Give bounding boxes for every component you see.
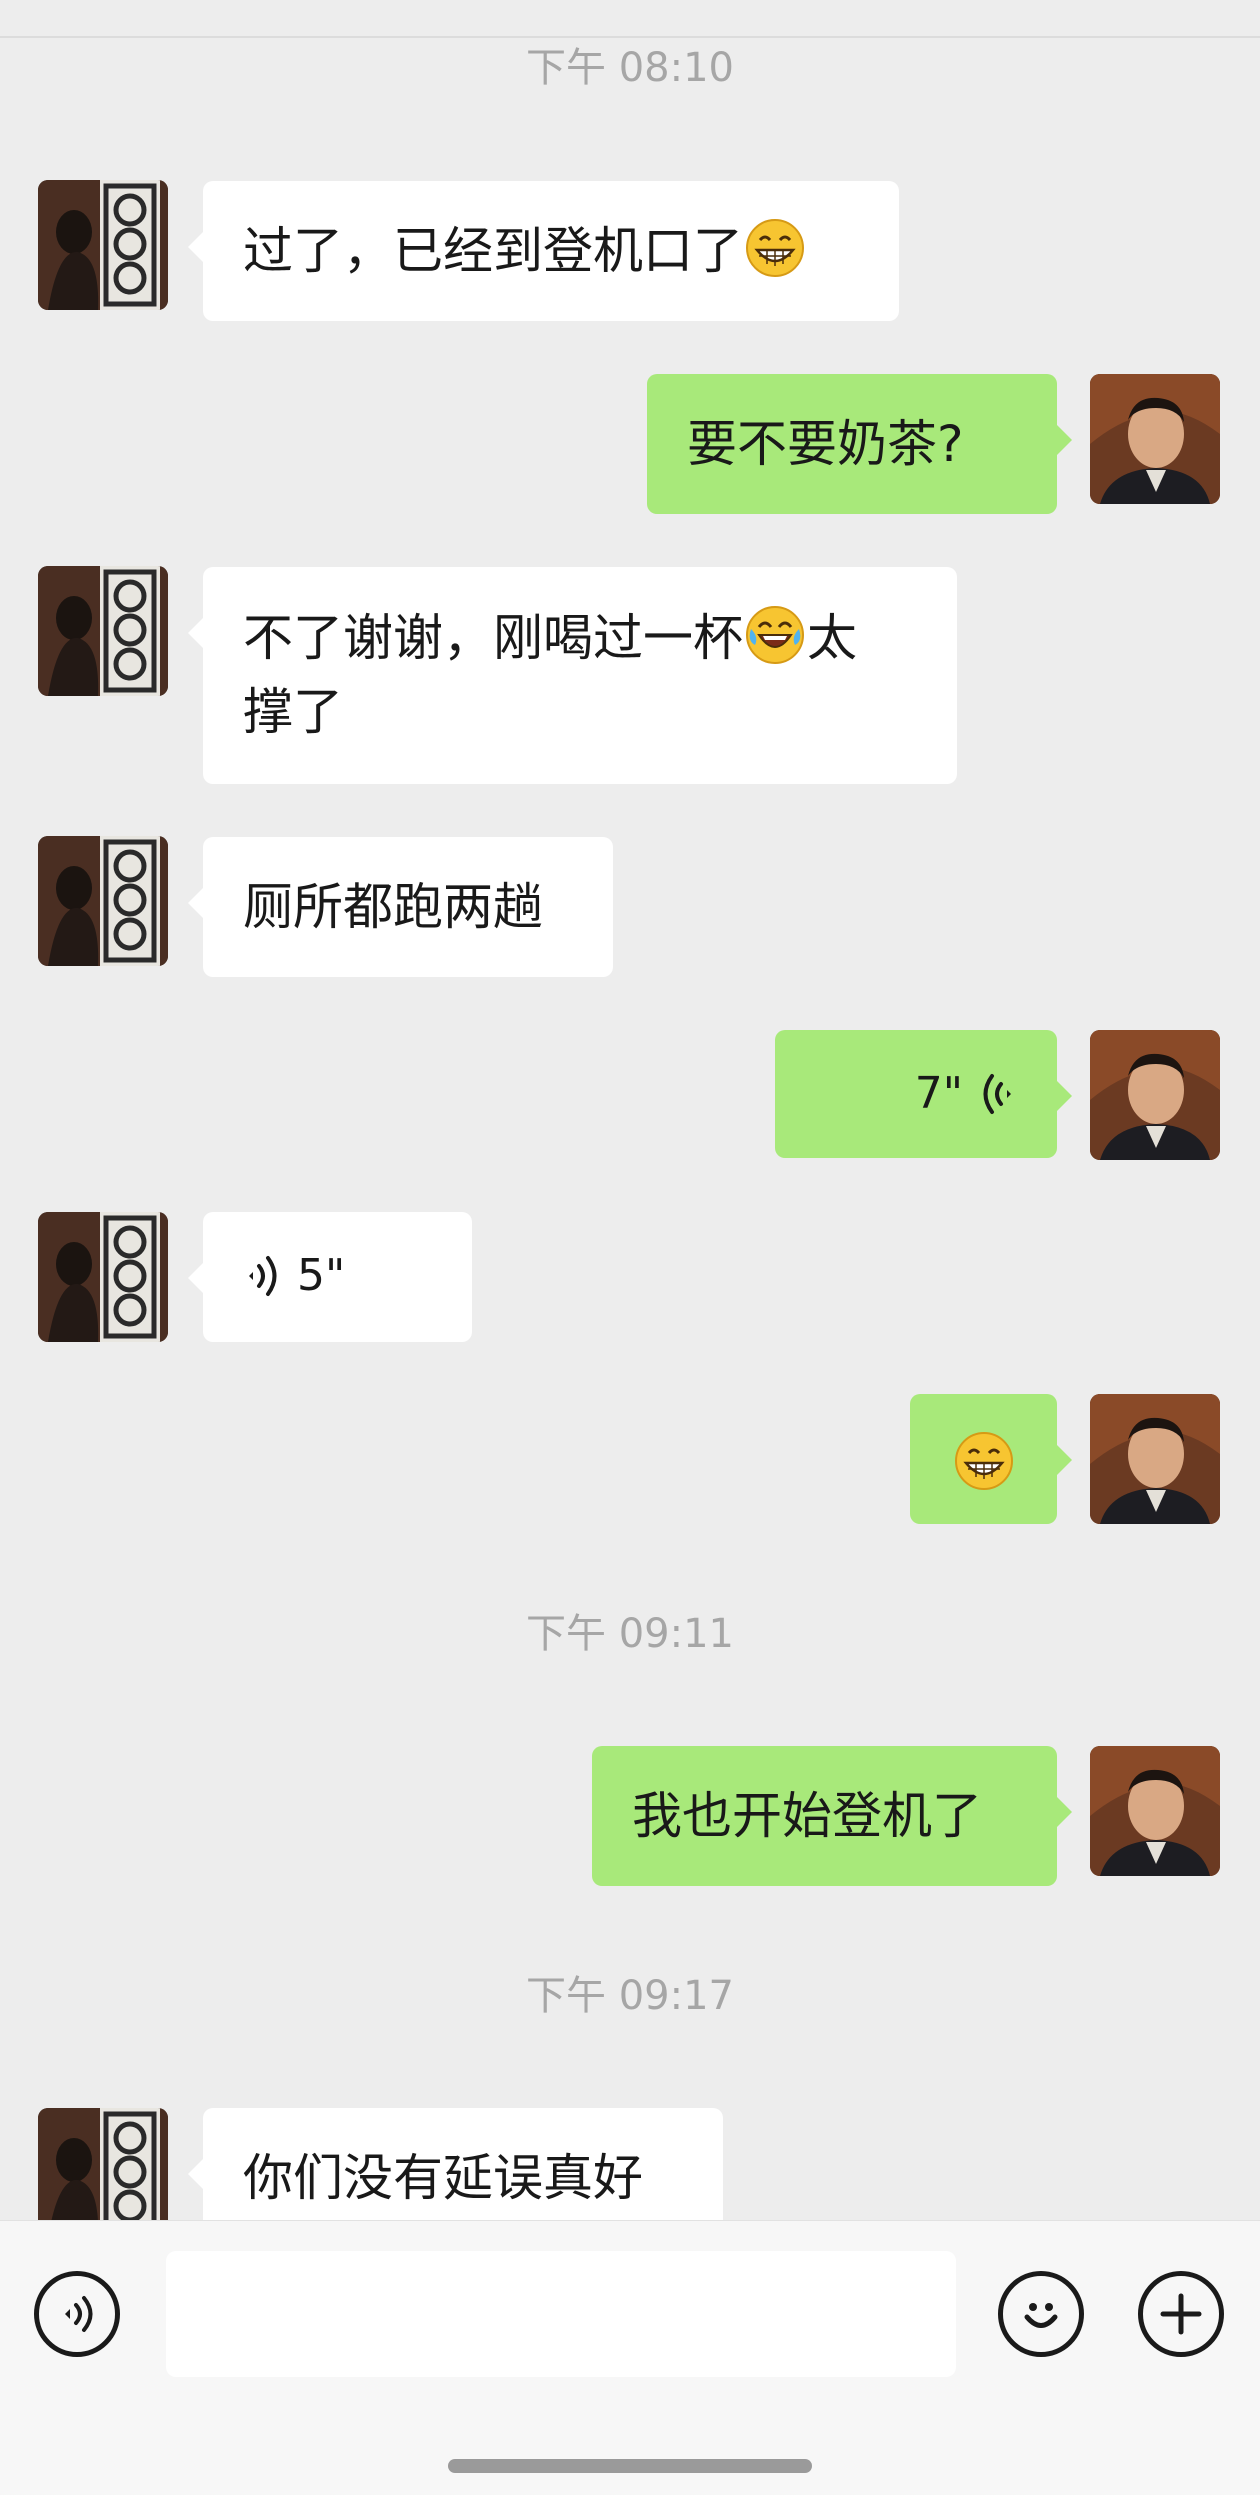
contact-avatar[interactable] (38, 566, 168, 696)
my-avatar[interactable] (1090, 1746, 1220, 1876)
contact-avatar[interactable] (38, 1212, 168, 1342)
voice-wave-icon (243, 1254, 279, 1298)
contact-avatar[interactable] (38, 180, 168, 310)
my-avatar[interactable] (1090, 374, 1220, 504)
home-indicator[interactable] (448, 2459, 812, 2473)
message-bubble-outgoing[interactable]: 我也开始登机了 (592, 1746, 1072, 1886)
message-bubble-incoming[interactable]: 你们没有延误真好 (188, 2108, 723, 2220)
input-bar (0, 2220, 1260, 2495)
message-line: 撑了 (243, 683, 343, 741)
emoji-icon[interactable] (998, 2271, 1084, 2357)
plus-icon[interactable] (1138, 2271, 1224, 2357)
message-bubble-incoming[interactable]: 不了谢谢，刚喝过一杯 太 撑了 (188, 567, 957, 784)
message-line: 不了谢谢，刚喝过一杯 太 (243, 601, 917, 675)
timestamp: 下午 08:10 (526, 45, 734, 91)
message-input[interactable] (166, 2251, 956, 2377)
laugh-cry-emoji-icon (745, 605, 805, 665)
grin-emoji-icon (745, 218, 805, 278)
voice-message-incoming[interactable]: 5" (188, 1212, 472, 1342)
grin-emoji-icon (954, 1431, 1014, 1491)
message-bubble-incoming[interactable]: 厕所都跑两趟 (188, 837, 613, 977)
message-bubble-outgoing[interactable] (910, 1394, 1072, 1524)
message-text: 太 (807, 609, 857, 667)
contact-avatar[interactable] (38, 2108, 168, 2220)
chat-area[interactable]: 下午 08:10 过了，已经到登机口了 要不要奶茶? 不了谢谢，刚喝过一杯 太 撑… (0, 0, 1260, 2220)
timestamp: 下午 09:11 (526, 1611, 734, 1657)
message-bubble-outgoing[interactable]: 要不要奶茶? (647, 374, 1072, 514)
message-text: 过了，已经到登机口了 (243, 222, 743, 280)
message-bubble-incoming[interactable]: 过了，已经到登机口了 (188, 181, 899, 321)
voice-input-icon[interactable] (34, 2271, 120, 2357)
voice-wave-icon (981, 1072, 1017, 1116)
message-text: 不了谢谢，刚喝过一杯 (243, 609, 743, 667)
timestamp: 下午 09:17 (526, 1973, 734, 2019)
message-text: 厕所都跑两趟 (243, 878, 543, 936)
voice-message-outgoing[interactable]: 7" (775, 1030, 1072, 1158)
message-text: 我也开始登机了 (632, 1787, 982, 1845)
header-divider (0, 0, 1260, 38)
voice-duration: 7" (914, 1068, 963, 1119)
my-avatar[interactable] (1090, 1394, 1220, 1524)
contact-avatar[interactable] (38, 836, 168, 966)
message-text: 你们没有延误真好 (243, 2149, 643, 2207)
my-avatar[interactable] (1090, 1030, 1220, 1160)
message-text: 要不要奶茶? (687, 415, 964, 473)
voice-duration: 5" (297, 1250, 346, 1301)
